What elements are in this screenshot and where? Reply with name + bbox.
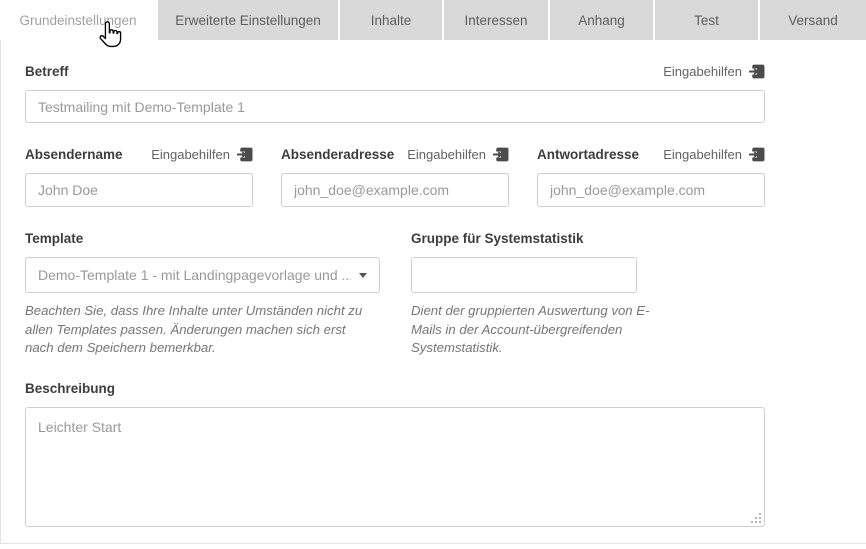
betreff-label: Betreff (25, 63, 69, 80)
gruppe-systemstatistik-help-text: Dient der gruppierten Auswertung von E-M… (411, 302, 651, 358)
template-field: Template Demo-Template 1 - mit Landingpa… (25, 230, 380, 358)
eingabehilfen-label: Eingabehilfen (663, 147, 742, 162)
tab-interessen[interactable]: Interessen (444, 0, 548, 40)
absendername-eingabehilfen-link[interactable]: Eingabehilfen (151, 146, 253, 163)
gruppe-systemstatistik-input[interactable] (411, 257, 637, 293)
eingabehilfen-label: Eingabehilfen (407, 147, 486, 162)
input-helper-icon (492, 146, 509, 163)
beschreibung-label: Beschreibung (25, 380, 115, 397)
input-helper-icon (236, 146, 253, 163)
tab-bar: Grundeinstellungen Erweiterte Einstellun… (0, 0, 866, 40)
tab-grundeinstellungen[interactable]: Grundeinstellungen (0, 0, 156, 40)
tab-label: Versand (788, 13, 838, 28)
tab-erweiterte-einstellungen[interactable]: Erweiterte Einstellungen (158, 0, 338, 40)
template-help-text: Beachten Sie, dass Ihre Inhalte unter Um… (25, 302, 377, 358)
tab-inhalte[interactable]: Inhalte (340, 0, 442, 40)
tab-versand[interactable]: Versand (760, 0, 866, 40)
eingabehilfen-label: Eingabehilfen (663, 64, 742, 79)
eingabehilfen-label: Eingabehilfen (151, 147, 230, 162)
sender-row: Absendername Eingabehilfen Absenderadre (25, 146, 765, 207)
absendername-label: Absendername (25, 146, 123, 163)
absenderadresse-label: Absenderadresse (281, 146, 394, 163)
tab-label: Erweiterte Einstellungen (175, 13, 321, 28)
absenderadresse-eingabehilfen-link[interactable]: Eingabehilfen (407, 146, 509, 163)
input-helper-icon (748, 63, 765, 80)
beschreibung-textarea[interactable]: Leichter Start (25, 407, 765, 527)
grundeinstellungen-panel: Betreff Eingabehilfen Absendername Einga… (0, 40, 866, 544)
absenderadresse-field: Absenderadresse Eingabehilfen (281, 146, 509, 207)
caret-down-icon (359, 273, 367, 278)
absendername-field: Absendername Eingabehilfen (25, 146, 253, 207)
absendername-input[interactable] (25, 173, 253, 207)
tab-label: Test (694, 13, 719, 28)
template-select[interactable]: Demo-Template 1 - mit Landingpagevorlage… (25, 257, 380, 293)
absenderadresse-input[interactable] (281, 173, 509, 207)
tab-anhang[interactable]: Anhang (550, 0, 653, 40)
template-selected-value: Demo-Template 1 - mit Landingpagevorlage… (38, 267, 351, 283)
template-row: Template Demo-Template 1 - mit Landingpa… (25, 230, 765, 358)
gruppe-systemstatistik-field: Gruppe für Systemstatistik Dient der gru… (411, 230, 765, 358)
antwortadresse-input[interactable] (537, 173, 765, 207)
tab-label: Anhang (578, 13, 625, 28)
tab-label: Interessen (464, 13, 527, 28)
betreff-header: Betreff Eingabehilfen (25, 63, 765, 80)
beschreibung-field: Beschreibung Leichter Start (25, 380, 866, 527)
antwortadresse-eingabehilfen-link[interactable]: Eingabehilfen (663, 146, 765, 163)
tab-label: Grundeinstellungen (19, 13, 136, 28)
antwortadresse-field: Antwortadresse Eingabehilfen (537, 146, 765, 207)
tab-label: Inhalte (371, 13, 412, 28)
tab-test[interactable]: Test (655, 0, 758, 40)
gruppe-systemstatistik-label: Gruppe für Systemstatistik (411, 230, 584, 247)
betreff-input[interactable] (25, 90, 765, 123)
template-label: Template (25, 230, 83, 247)
textarea-resize-grip-icon[interactable] (759, 521, 761, 523)
antwortadresse-label: Antwortadresse (537, 146, 639, 163)
input-helper-icon (748, 146, 765, 163)
betreff-eingabehilfen-link[interactable]: Eingabehilfen (663, 63, 765, 80)
